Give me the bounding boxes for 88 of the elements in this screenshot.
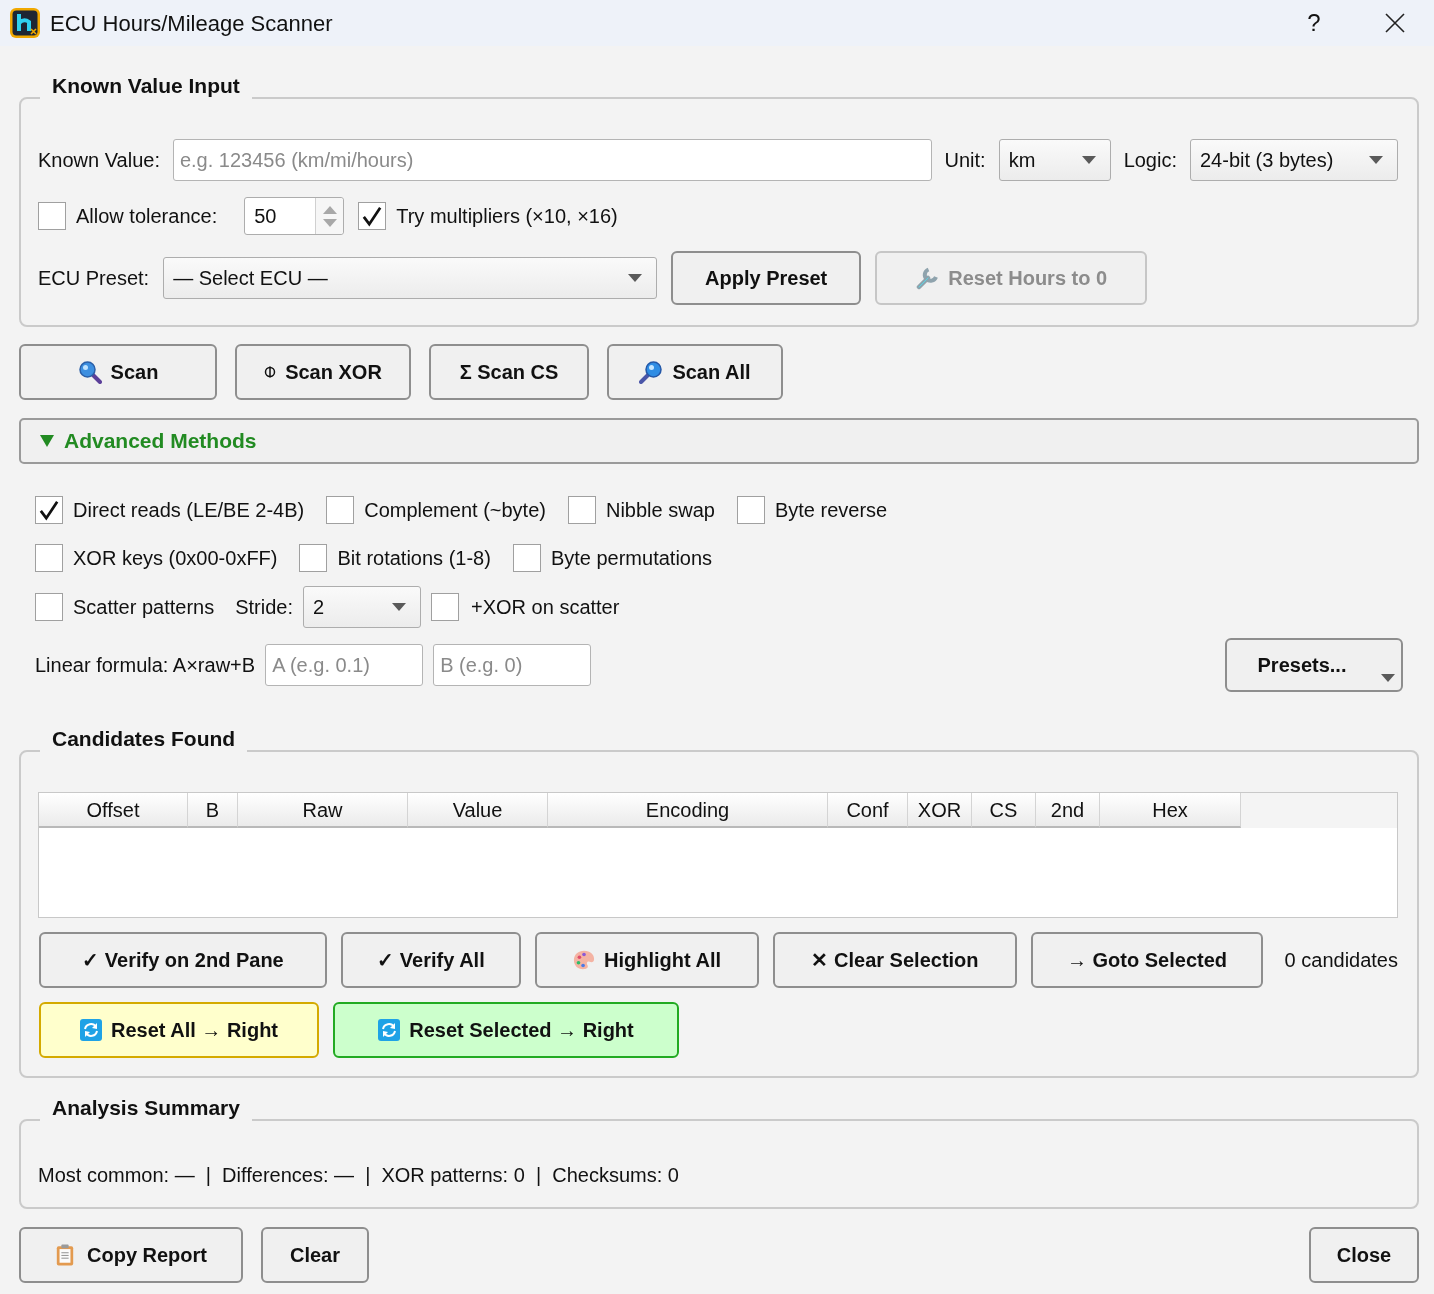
summary-text: Most common: — | Differences: — | XOR patterns: 0 | Checksums: 0 bbox=[38, 1164, 679, 1186]
checkbox[interactable] bbox=[736, 496, 765, 524]
refresh-icon bbox=[378, 1019, 401, 1041]
group-title: Known Value Input bbox=[52, 74, 240, 97]
caret-icon bbox=[1081, 156, 1096, 164]
caret-icon bbox=[392, 603, 406, 611]
logic-dropdown[interactable]: 24-bit (3 bytes) bbox=[1190, 139, 1398, 181]
column-header[interactable]: Conf bbox=[828, 793, 908, 828]
column-header[interactable]: Raw bbox=[238, 793, 408, 828]
group-title: Candidates Found bbox=[52, 727, 236, 750]
magnifier-icon bbox=[639, 360, 664, 384]
app-icon bbox=[10, 8, 40, 38]
field-label: Linear formula: A×raw+B bbox=[35, 653, 256, 678]
column-header[interactable]: 2nd bbox=[1036, 793, 1100, 828]
reset-selected-button[interactable]: Reset Selected → Right bbox=[333, 1002, 679, 1058]
copy-report-button[interactable]: Copy Report bbox=[19, 1227, 243, 1283]
refresh-icon bbox=[79, 1019, 102, 1041]
checkbox-label[interactable]: +XOR on scatter bbox=[471, 592, 620, 622]
checkbox-label[interactable]: Scatter patterns bbox=[73, 592, 215, 622]
advanced-methods-toggle[interactable]: Advanced Methods bbox=[19, 418, 1419, 464]
field-label: Known Value: bbox=[38, 148, 160, 173]
column-header[interactable]: B bbox=[188, 793, 238, 828]
caret-icon bbox=[1369, 156, 1383, 164]
checkmark-icon bbox=[39, 499, 59, 521]
checkbox[interactable] bbox=[358, 202, 387, 230]
column-header[interactable]: Offset bbox=[39, 793, 188, 828]
column-header[interactable]: CS bbox=[972, 793, 1036, 828]
close-icon[interactable] bbox=[1385, 13, 1405, 33]
up-arrow-icon[interactable] bbox=[322, 205, 337, 214]
checkbox-label[interactable]: Nibble swap bbox=[605, 495, 715, 525]
checkbox-label[interactable]: Try multipliers (×10, ×16) bbox=[396, 201, 618, 231]
caret-icon bbox=[628, 274, 643, 282]
help-button[interactable]: ? bbox=[1294, 5, 1334, 41]
scan-cs-button[interactable]: Σ Scan CS bbox=[429, 344, 589, 400]
column-header[interactable]: XOR bbox=[908, 793, 972, 828]
coefficient-b-field[interactable]: B (e.g. 0) bbox=[433, 644, 592, 686]
scan-xor-button[interactable]: Scan XOR bbox=[235, 344, 411, 400]
field-label: ECU Preset: bbox=[38, 266, 150, 291]
checkbox[interactable] bbox=[38, 202, 66, 230]
column-header[interactable]: Hex bbox=[1100, 793, 1241, 828]
coefficient-a-field[interactable]: A (e.g. 0.1) bbox=[265, 644, 424, 686]
checkbox[interactable] bbox=[512, 544, 541, 572]
apply-preset-button[interactable]: Apply Preset bbox=[671, 251, 862, 305]
checkbox-label[interactable]: Byte reverse bbox=[774, 495, 888, 525]
column-header[interactable]: Value bbox=[408, 793, 548, 828]
checkbox-label[interactable]: Complement (~byte) bbox=[364, 495, 546, 525]
goto-selected-button[interactable]: → Goto Selected bbox=[1031, 932, 1263, 988]
clear-selection-button[interactable]: ✕ Clear Selection bbox=[773, 932, 1017, 988]
stride-dropdown[interactable]: 2 bbox=[303, 586, 421, 628]
column-header[interactable]: Encoding bbox=[548, 793, 828, 828]
checkbox[interactable] bbox=[431, 593, 459, 621]
candidate-count: 0 candidates bbox=[1284, 948, 1398, 973]
checkbox-label[interactable]: Direct reads (LE/BE 2-4B) bbox=[73, 495, 305, 525]
scan-all-button[interactable]: Scan All bbox=[607, 344, 783, 400]
down-arrow-icon[interactable] bbox=[322, 218, 337, 227]
field-label: Stride: bbox=[235, 595, 293, 620]
verify-all-button[interactable]: ✓ Verify All bbox=[341, 932, 521, 988]
field-label: Unit: bbox=[944, 148, 986, 173]
checkbox-label[interactable]: XOR keys (0x00-0xFF) bbox=[73, 543, 278, 573]
palette-icon bbox=[573, 949, 595, 971]
checkbox[interactable] bbox=[35, 593, 63, 621]
checkbox[interactable] bbox=[35, 496, 63, 524]
tolerance-spinbox[interactable]: 50 bbox=[244, 197, 345, 235]
checkbox[interactable] bbox=[35, 544, 63, 572]
unit-dropdown[interactable]: km bbox=[998, 139, 1111, 181]
verify-pane-button[interactable]: ✓ Verify on 2nd Pane bbox=[39, 932, 327, 988]
highlight-all-button[interactable]: Highlight All bbox=[535, 932, 759, 988]
window-title: ECU Hours/Mileage Scanner bbox=[50, 9, 333, 38]
checkbox[interactable] bbox=[567, 496, 596, 524]
checkbox-label[interactable]: Byte permutations bbox=[550, 543, 713, 573]
reset-all-button[interactable]: Reset All → Right bbox=[39, 1002, 319, 1058]
clipboard-icon bbox=[55, 1243, 75, 1267]
checkbox-label[interactable]: Allow tolerance: bbox=[76, 201, 218, 231]
wrench-icon bbox=[915, 266, 940, 290]
known-value-field[interactable]: e.g. 123456 (km/mi/hours) bbox=[172, 139, 932, 181]
checkbox-label[interactable]: Bit rotations (1-8) bbox=[337, 543, 491, 573]
checkbox[interactable] bbox=[326, 496, 355, 524]
checkmark-icon bbox=[362, 205, 383, 227]
magnifier-icon bbox=[77, 360, 102, 384]
scan-button[interactable]: Scan bbox=[19, 344, 217, 400]
ecu-preset-dropdown[interactable]: — Select ECU — bbox=[163, 257, 658, 299]
caret-icon bbox=[1381, 674, 1395, 682]
field-label: Logic: bbox=[1123, 148, 1177, 173]
presets-menu-button[interactable]: Presets... bbox=[1225, 638, 1403, 692]
clear-button[interactable]: Clear bbox=[261, 1227, 369, 1283]
close-button[interactable]: Close bbox=[1309, 1227, 1419, 1283]
group-title: Analysis Summary bbox=[52, 1096, 240, 1119]
checkbox[interactable] bbox=[299, 544, 328, 572]
